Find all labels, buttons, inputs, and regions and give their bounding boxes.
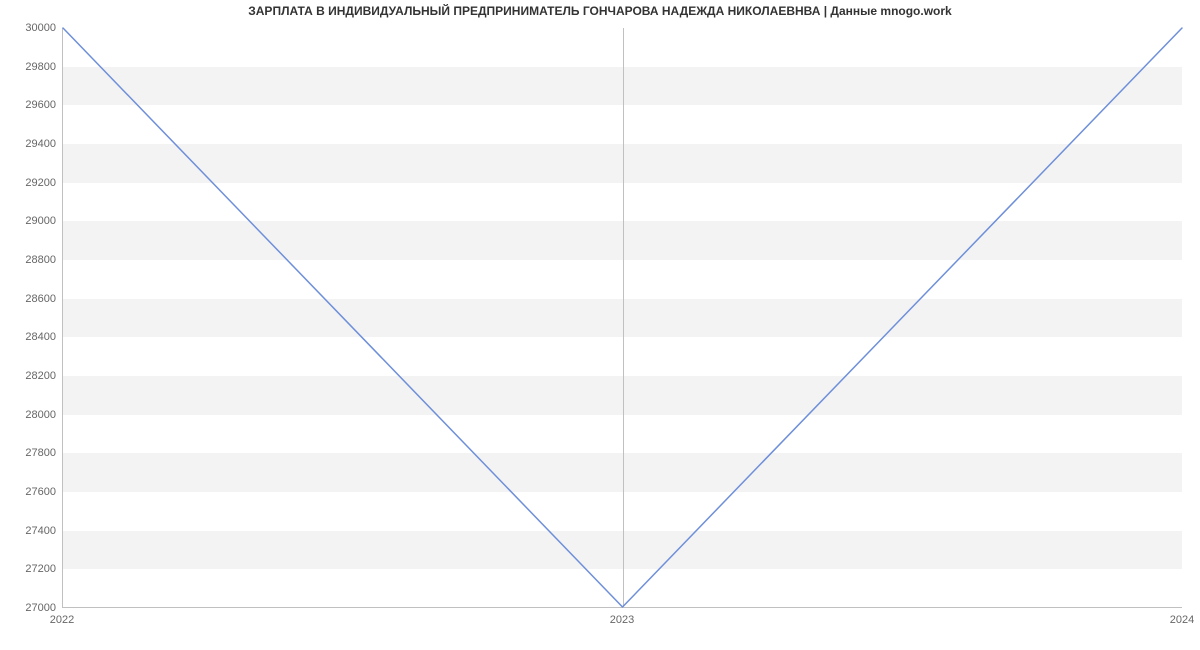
plot-area — [62, 28, 1182, 608]
y-tick-label: 29000 — [6, 215, 56, 227]
y-tick-label: 28600 — [6, 293, 56, 305]
y-tick-label: 27400 — [6, 525, 56, 537]
y-tick-label: 29200 — [6, 177, 56, 189]
line-series — [63, 28, 1182, 607]
y-tick-label: 28800 — [6, 254, 56, 266]
y-tick-label: 28400 — [6, 331, 56, 343]
y-tick-label: 27000 — [6, 602, 56, 614]
y-tick-label: 28000 — [6, 409, 56, 421]
y-tick-label: 27200 — [6, 563, 56, 575]
y-tick-label: 28200 — [6, 370, 56, 382]
x-tick-label: 2023 — [610, 614, 634, 626]
chart-title: ЗАРПЛАТА В ИНДИВИДУАЛЬНЫЙ ПРЕДПРИНИМАТЕЛ… — [0, 4, 1200, 18]
y-tick-label: 29400 — [6, 138, 56, 150]
y-tick-label: 27800 — [6, 447, 56, 459]
chart-container: ЗАРПЛАТА В ИНДИВИДУАЛЬНЫЙ ПРЕДПРИНИМАТЕЛ… — [0, 0, 1200, 650]
x-tick-label: 2024 — [1170, 614, 1194, 626]
y-tick-label: 29800 — [6, 61, 56, 73]
y-tick-label: 29600 — [6, 99, 56, 111]
x-tick-label: 2022 — [50, 614, 74, 626]
y-tick-label: 27600 — [6, 486, 56, 498]
y-tick-label: 30000 — [6, 22, 56, 34]
